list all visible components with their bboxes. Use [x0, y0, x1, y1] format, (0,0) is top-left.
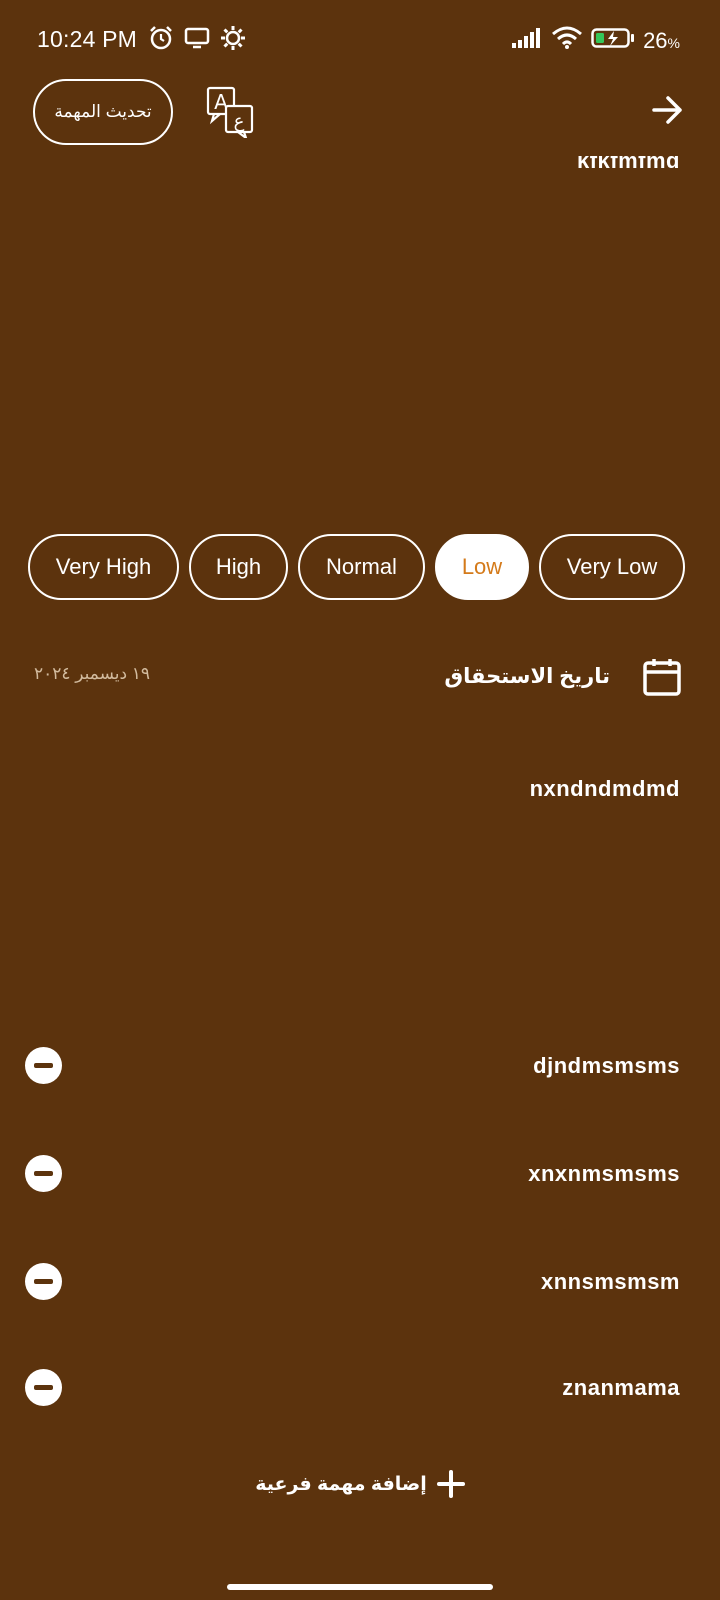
translate-icon[interactable]: A ع	[206, 86, 254, 143]
battery-charging-icon	[591, 27, 635, 54]
subtask-item: xnxnmsmsms	[0, 1143, 720, 1203]
subtask-item: xnnsmsmsm	[0, 1251, 720, 1311]
home-indicator[interactable]	[227, 1584, 493, 1590]
plus-icon	[436, 1470, 465, 1498]
priority-very-low-chip[interactable]: Very Low	[539, 534, 685, 600]
task-title[interactable]: kfkfmfmd	[577, 156, 680, 178]
wifi-icon	[551, 26, 583, 55]
screen-cast-icon	[184, 26, 210, 55]
priority-selector: Very High High Normal Low Very Low	[28, 534, 685, 600]
minus-circle-icon[interactable]	[25, 1263, 62, 1300]
alarm-icon	[148, 25, 174, 56]
arrow-right-icon[interactable]	[652, 95, 684, 130]
task-description[interactable]: nxndndmdmd	[530, 776, 680, 802]
calendar-icon[interactable]	[642, 657, 682, 702]
priority-low-chip[interactable]: Low	[435, 534, 529, 600]
subtask-label[interactable]: znanmama	[562, 1375, 680, 1401]
add-subtask-label: إضافة مهمة فرعية	[255, 1473, 427, 1495]
add-subtask-button[interactable]: إضافة مهمة فرعية	[0, 1470, 720, 1498]
minus-circle-icon[interactable]	[25, 1369, 62, 1406]
status-icons-right: 26%	[511, 26, 680, 55]
settings-gear-icon	[220, 25, 246, 56]
subtask-item: djndmsmsms	[0, 1035, 720, 1095]
priority-normal-chip[interactable]: Normal	[298, 534, 425, 600]
battery-percent: 26%	[643, 27, 680, 53]
minus-circle-icon[interactable]	[25, 1047, 62, 1084]
due-date-label[interactable]: تاريخ الاستحقاق	[444, 664, 610, 689]
svg-text:ع: ع	[234, 111, 245, 132]
subtask-label[interactable]: xnnsmsmsm	[541, 1269, 680, 1295]
status-icons-left	[148, 25, 246, 56]
due-date-value[interactable]: ١٩ ديسمبر ٢٠٢٤	[34, 664, 150, 684]
signal-icon	[511, 27, 543, 54]
subtask-item: znanmama	[0, 1357, 720, 1417]
subtask-label[interactable]: djndmsmsms	[533, 1053, 680, 1079]
status-time: 10:24 PM	[37, 26, 138, 52]
subtask-label[interactable]: xnxnmsmsms	[528, 1161, 680, 1187]
priority-very-high-chip[interactable]: Very High	[28, 534, 179, 600]
update-task-button[interactable]: تحديث المهمة	[33, 79, 173, 145]
minus-circle-icon[interactable]	[25, 1155, 62, 1192]
priority-high-chip[interactable]: High	[189, 534, 288, 600]
